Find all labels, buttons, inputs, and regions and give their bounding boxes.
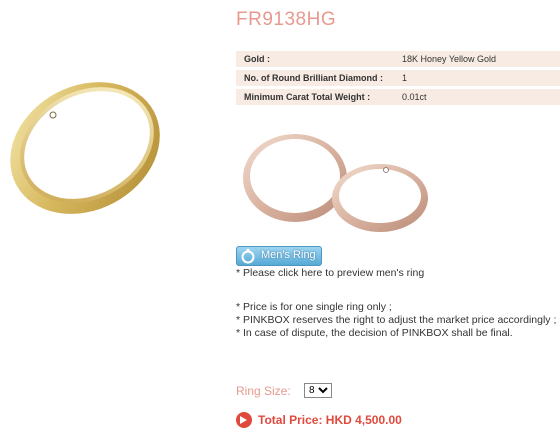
spec-label: Gold : bbox=[236, 51, 394, 67]
arrow-circle-icon bbox=[236, 412, 252, 428]
spec-row: Gold : 18K Honey Yellow Gold bbox=[236, 51, 560, 67]
product-ring-image bbox=[10, 82, 160, 214]
mens-ring-button[interactable]: Men's Ring bbox=[236, 246, 322, 266]
ring-pair-image bbox=[243, 134, 428, 232]
mens-ring-button-label: Men's Ring bbox=[261, 249, 316, 261]
product-code: FR9138HG bbox=[236, 9, 337, 30]
spec-value: 18K Honey Yellow Gold bbox=[394, 51, 560, 67]
spec-row: No. of Round Brilliant Diamond : 1 bbox=[236, 70, 560, 86]
note-line: * In case of dispute, the decision of PI… bbox=[236, 327, 513, 339]
note-line: * Price is for one single ring only ; bbox=[236, 301, 392, 313]
ring-icon bbox=[241, 248, 255, 264]
spec-value: 0.01ct bbox=[394, 89, 560, 105]
note-line: * PINKBOX reserves the right to adjust t… bbox=[236, 314, 557, 326]
total-price: Total Price: HKD 4,500.00 bbox=[258, 413, 402, 427]
spec-label: No. of Round Brilliant Diamond : bbox=[236, 70, 394, 86]
spec-label: Minimum Carat Total Weight : bbox=[236, 89, 394, 105]
spec-row: Minimum Carat Total Weight : 0.01ct bbox=[236, 89, 560, 105]
spec-table: Gold : 18K Honey Yellow Gold No. of Roun… bbox=[236, 48, 560, 108]
ring-size-select[interactable]: 8 bbox=[304, 383, 332, 398]
spec-value: 1 bbox=[394, 70, 560, 86]
mens-ring-hint: * Please click here to preview men's rin… bbox=[236, 267, 425, 279]
ring-size-label: Ring Size: bbox=[236, 384, 291, 398]
